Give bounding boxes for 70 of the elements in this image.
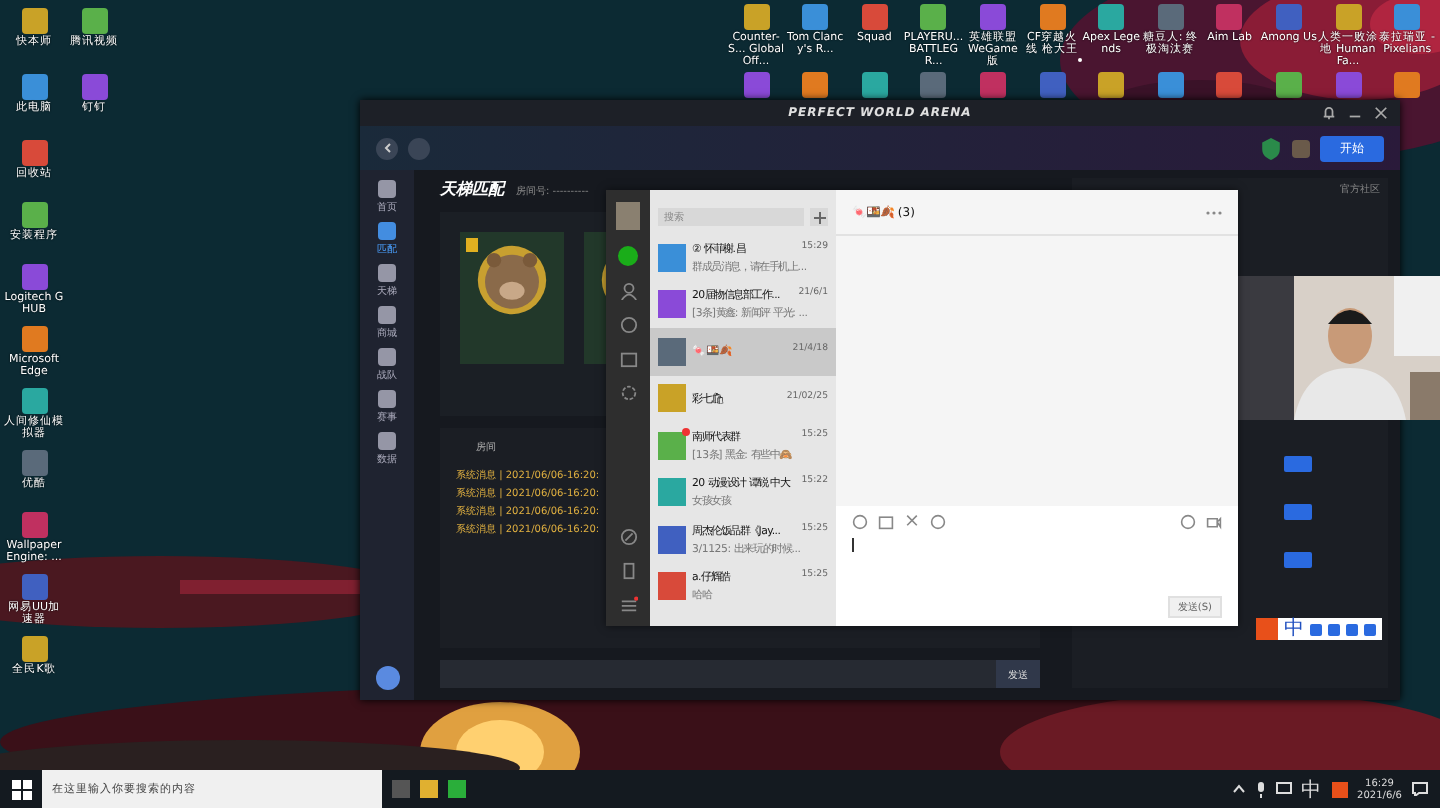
message-input[interactable]: [440, 660, 996, 688]
chevron-icon: [381, 142, 393, 154]
chat-icon[interactable]: [618, 246, 638, 266]
chat-avatar: [658, 290, 686, 319]
ime-mode[interactable]: 中: [1284, 618, 1304, 640]
shield-icon: [1260, 137, 1282, 159]
app-icon[interactable]: [21, 326, 47, 352]
contacts-icon[interactable]: [619, 282, 637, 300]
app-icon[interactable]: [1039, 72, 1065, 98]
app-icon[interactable]: [743, 4, 769, 30]
close-icon[interactable]: [1374, 106, 1388, 120]
app-icon[interactable]: [1157, 4, 1184, 30]
chat-avatar: [658, 243, 686, 272]
chat-avatar: [658, 337, 686, 366]
chat-avatar: [658, 478, 686, 507]
add-button[interactable]: [810, 208, 828, 226]
app-icon[interactable]: [1039, 4, 1065, 30]
app-icon[interactable]: [21, 8, 47, 34]
avatar[interactable]: [1292, 139, 1310, 157]
ime-logo-icon: [1256, 618, 1278, 640]
text-caret: [852, 538, 854, 552]
app-icon[interactable]: [1216, 4, 1243, 30]
chat-avatar: [658, 525, 686, 554]
app-icon[interactable]: [861, 4, 888, 30]
chat-avatar: [658, 384, 686, 413]
app-icon[interactable]: [979, 72, 1006, 98]
chat-avatar: [658, 572, 686, 601]
app-icon[interactable]: [1335, 4, 1361, 30]
app-icon[interactable]: [21, 140, 47, 166]
network-icon[interactable]: [1275, 782, 1292, 796]
page-title: 天梯匹配: [440, 178, 504, 200]
back-button[interactable]: [376, 137, 398, 159]
app-icon[interactable]: [1098, 72, 1125, 98]
app-icon[interactable]: [802, 72, 829, 98]
user-avatar[interactable]: [375, 666, 399, 690]
windows-icon[interactable]: [12, 779, 32, 799]
app-icon[interactable]: [21, 512, 47, 538]
settings-icon[interactable]: [619, 384, 637, 402]
app-icon[interactable]: [920, 72, 947, 98]
app-icon[interactable]: [1394, 72, 1421, 98]
microphone-icon[interactable]: [1255, 781, 1266, 797]
app-icon[interactable]: [21, 264, 47, 290]
app-icon[interactable]: [802, 4, 829, 30]
app-icon[interactable]: [21, 450, 47, 476]
app-icon[interactable]: [861, 72, 888, 98]
app-icon[interactable]: [21, 636, 47, 662]
menu-icon[interactable]: [619, 596, 637, 614]
app-icon[interactable]: [21, 74, 47, 100]
app-icon[interactable]: [81, 8, 107, 34]
video-icon[interactable]: [1206, 514, 1222, 530]
more-icon[interactable]: [1206, 209, 1222, 215]
app-icon[interactable]: [81, 74, 107, 100]
app-icon[interactable]: [1157, 72, 1184, 98]
app-icon[interactable]: [920, 4, 947, 30]
phone-icon[interactable]: [619, 562, 637, 580]
scissors-icon[interactable]: [904, 514, 920, 530]
app-icon[interactable]: [1275, 72, 1302, 98]
emoji-icon[interactable]: [852, 514, 868, 530]
app-icon[interactable]: [1098, 4, 1125, 30]
app-icon[interactable]: [743, 72, 769, 98]
app-icon[interactable]: [21, 388, 47, 414]
chevron-icon[interactable]: [1231, 784, 1246, 794]
notification-icon[interactable]: [1412, 782, 1428, 796]
bell-icon[interactable]: [1322, 106, 1336, 120]
ime-indicator[interactable]: 中: [1301, 775, 1322, 803]
ime-logo-icon[interactable]: [1331, 781, 1348, 797]
app-icon[interactable]: [21, 202, 47, 228]
compass-icon[interactable]: [619, 528, 637, 546]
app-icon[interactable]: [979, 4, 1006, 30]
app-icon[interactable]: [1216, 72, 1243, 98]
